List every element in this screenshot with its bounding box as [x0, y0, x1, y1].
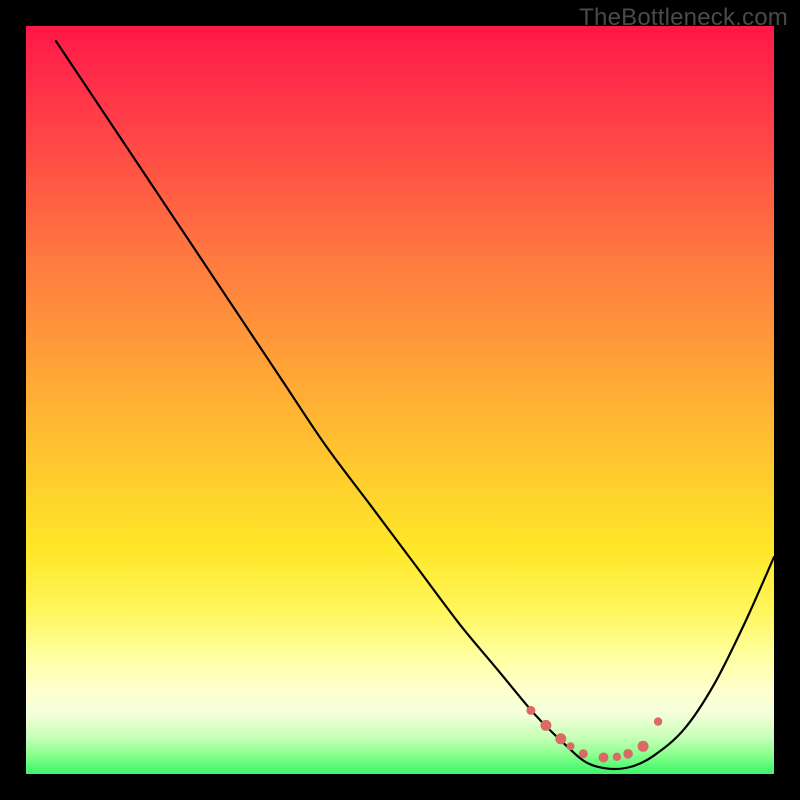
marker-dot [613, 753, 621, 761]
bottleneck-curve-svg [26, 26, 774, 774]
bottleneck-curve-path [56, 41, 774, 769]
marker-dot [526, 706, 535, 715]
marker-dot [599, 753, 609, 763]
marker-group [526, 706, 662, 763]
marker-dot [540, 720, 551, 731]
chart-frame [26, 26, 774, 774]
marker-dot [654, 717, 662, 725]
marker-dot [638, 741, 649, 752]
marker-dot [555, 733, 566, 744]
marker-dot [567, 742, 575, 750]
marker-dot [579, 749, 588, 758]
marker-dot [623, 749, 633, 759]
watermark-text: TheBottleneck.com [579, 4, 788, 32]
